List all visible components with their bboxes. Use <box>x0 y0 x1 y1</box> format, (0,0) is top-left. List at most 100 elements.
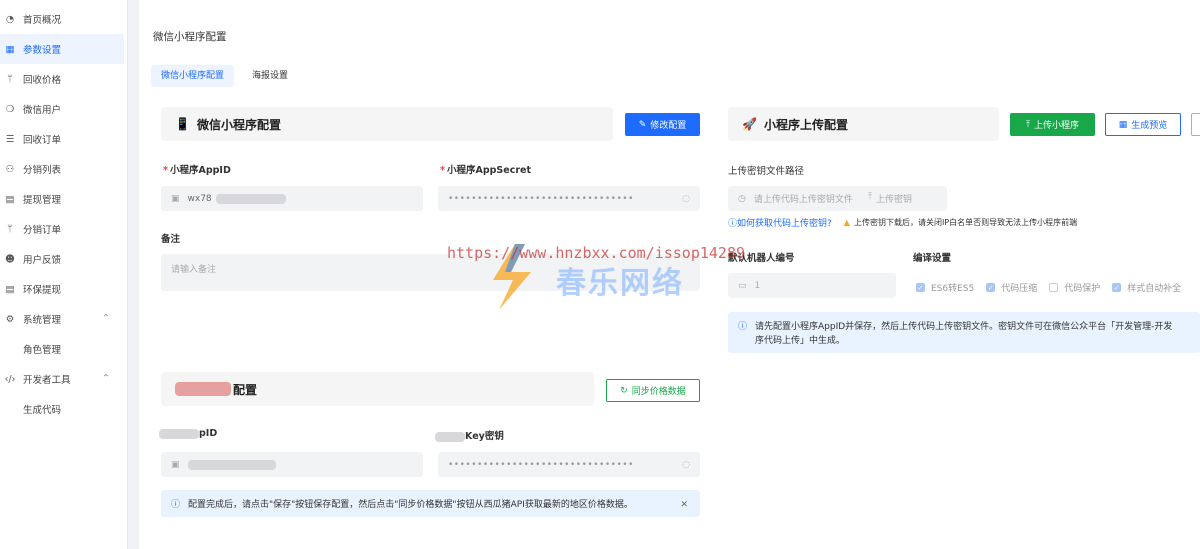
lock-icon: ▭ <box>738 280 747 291</box>
sync-price-button[interactable]: ↻ 同步价格数据 <box>606 379 700 402</box>
sidebar-item-1[interactable]: ▦ 参数设置 <box>0 34 124 64</box>
id-card-icon: ▣ <box>171 193 180 204</box>
redacted-blur <box>215 193 286 204</box>
compile-option-label: 代码压缩 <box>1001 284 1038 294</box>
upload-key-button[interactable]: ⤒ 上传密钥 <box>868 192 912 205</box>
redacted-blur <box>435 431 465 442</box>
sidebar-item-label: 提现管理 <box>23 195 62 206</box>
appid-label: * 小程序AppID <box>163 165 231 176</box>
chevron-up-icon[interactable]: ⌃ <box>102 373 110 384</box>
page-title: 微信小程序配置 <box>153 31 227 43</box>
sidebar-item-2[interactable]: ᛘ 回收价格 <box>0 64 124 94</box>
compile-option-label: 代码保护 <box>1064 284 1101 294</box>
appid-field[interactable]: ▣ wx78 <box>161 186 423 211</box>
robot-number-field[interactable]: ▭ 1 <box>728 273 896 298</box>
id-card-icon: ▣ <box>171 459 180 470</box>
sidebar-item-label: 用户反馈 <box>23 255 62 266</box>
sidebar-item-12[interactable]: ‹/› 开发者工具 ⌃ <box>0 364 124 394</box>
chevron-up-icon[interactable]: ⌃ <box>102 313 110 324</box>
redacted-blur <box>187 459 276 470</box>
remark-label: 备注 <box>161 234 181 245</box>
checkbox-checked-icon: ✓ <box>986 283 996 292</box>
sidebar-item-5[interactable]: ⚇ 分销列表 <box>0 154 124 184</box>
appsecret-label: * 小程序AppSecret <box>440 165 532 176</box>
edit-config-button[interactable]: ✎ 修改配置 <box>625 113 700 136</box>
grid-icon: ▦ <box>5 43 15 55</box>
upload-info-text: 请先配置小程序AppID并保存，然后上传代码上传密钥文件。密钥文件可在微信公众平… <box>755 322 1173 346</box>
sidebar-item-label: 首页概况 <box>23 15 62 26</box>
upload-config-title: 小程序上传配置 <box>763 117 848 132</box>
edit-icon: ✎ <box>638 119 647 130</box>
generate-preview-button[interactable]: ▦ 生成预览 <box>1105 113 1181 136</box>
tab-poster-settings[interactable]: 海报设置 <box>242 65 298 87</box>
sidebar-item-7[interactable]: ᛘ 分销订单 <box>0 214 124 244</box>
key-path-placeholder: 请上传代码上传密钥文件 <box>753 195 853 205</box>
doc-icon: ▤ <box>5 283 15 295</box>
tab-wechat-config[interactable]: 微信小程序配置 <box>151 65 235 87</box>
watermark-brand: 春乐网络 <box>556 266 684 301</box>
clock-icon: ◷ <box>738 193 746 204</box>
upload-miniprogram-button[interactable]: ⤒ 上传小程序 <box>1010 113 1095 136</box>
upload-config-header: 🚀 小程序上传配置 <box>728 107 999 141</box>
price-config-title: 配置 <box>233 382 258 397</box>
price-notice-text: 配置完成后，请点击"保存"按钮保存配置，然后点击"同步价格数据"按钮从西瓜猪AP… <box>188 500 633 510</box>
compile-option-2[interactable]: 代码保护 <box>1049 281 1100 294</box>
generate-preview-label: 生成预览 <box>1131 121 1168 131</box>
sidebar-item-label: 参数设置 <box>23 45 62 56</box>
checkbox-checked-icon: ✓ <box>916 283 925 292</box>
warning-icon: ▲ <box>843 218 850 227</box>
sidebar-item-11[interactable]: 角色管理 <box>0 334 124 364</box>
wechat-config-header: 📱 微信小程序配置 <box>161 107 613 141</box>
gear-icon: ⚙ <box>5 313 15 325</box>
sidebar-item-6[interactable]: ▤ 提现管理 <box>0 184 124 214</box>
key-path-field[interactable]: ◷ 请上传代码上传密钥文件 ⤒ 上传密钥 <box>728 186 947 211</box>
compile-options: ✓ ES6转ES5 ✓ 代码压缩 代码保护 ✓ 样式自动补全 <box>916 281 1193 294</box>
compile-settings-label: 编译设置 <box>913 253 952 264</box>
upload-icon: ⤒ <box>1026 119 1030 130</box>
eye-hidden-icon[interactable]: ◌ <box>682 460 690 470</box>
edit-config-label: 修改配置 <box>650 121 687 131</box>
how-to-get-key-link[interactable]: ⓘ如何获取代码上传密钥? <box>728 216 832 229</box>
key-hint-line: ⓘ如何获取代码上传密钥? ▲ 上传密钥下载后，请关闭IP白名单否则导致无法上传小… <box>728 216 1077 229</box>
phone-icon: 📱 <box>175 117 190 131</box>
upload-miniprogram-label: 上传小程序 <box>1033 121 1079 131</box>
sidebar-item-9[interactable]: ▤ 环保提现 <box>0 274 124 304</box>
checkbox-icon <box>1049 283 1059 292</box>
eye-hidden-icon[interactable]: ◌ <box>682 194 690 204</box>
sidebar-item-label: 回收价格 <box>23 75 62 86</box>
price-notice-alert: ⓘ 配置完成后，请点击"保存"按钮保存配置，然后点击"同步价格数据"按钮从西瓜猪… <box>161 490 700 517</box>
upload-icon: ⤒ <box>868 192 872 202</box>
wallet-icon: ▤ <box>5 193 15 205</box>
wechat-icon: ❍ <box>5 103 15 115</box>
compile-option-3[interactable]: ✓ 样式自动补全 <box>1112 281 1181 294</box>
sync-price-label: 同步价格数据 <box>631 387 686 397</box>
sidebar-item-label: 开发者工具 <box>23 375 71 386</box>
appsecret-value: •••••••••••••••••••••••••••••••• <box>448 193 634 204</box>
compile-option-label: ES6转ES5 <box>931 284 975 294</box>
sidebar-item-label: 分销订单 <box>23 225 62 236</box>
sidebar-item-3[interactable]: ❍ 微信用户 <box>0 94 124 124</box>
price-key-label: Key密钥 <box>435 428 504 442</box>
redacted-blur <box>159 428 199 439</box>
close-icon[interactable]: ✕ <box>680 498 688 512</box>
appid-value: wx78 <box>187 193 212 204</box>
sidebar-item-4[interactable]: ☰ 回收订单 <box>0 124 124 154</box>
sidebar-item-8[interactable]: ☻ 用户反馈 <box>0 244 124 274</box>
code-icon: ‹/› <box>4 373 16 385</box>
branch-icon: ᛘ <box>7 73 13 85</box>
price-key-field[interactable]: •••••••••••••••••••••••••••••••• ◌ <box>438 452 700 477</box>
compile-option-1[interactable]: ✓ 代码压缩 <box>986 281 1037 294</box>
dashboard-icon: ◔ <box>5 13 15 25</box>
sidebar-item-13[interactable]: 生成代码 <box>0 394 124 424</box>
price-id-field[interactable]: ▣ <box>161 452 423 477</box>
sidebar-item-10[interactable]: ⚙ 系统管理 ⌃ <box>0 304 124 334</box>
qrcode-icon: ▦ <box>1118 119 1128 130</box>
more-button[interactable] <box>1191 113 1200 136</box>
sidebar-item-label: 分销列表 <box>23 165 62 176</box>
appsecret-field[interactable]: •••••••••••••••••••••••••••••••• ◌ <box>438 186 700 211</box>
compile-option-0[interactable]: ✓ ES6转ES5 <box>916 281 974 294</box>
upload-info-alert: ⓘ 请先配置小程序AppID并保存，然后上传代码上传密钥文件。密钥文件可在微信公… <box>728 312 1200 353</box>
price-id-label: pID <box>159 428 217 439</box>
tab-bar: 微信小程序配置 海报设置 <box>151 65 306 87</box>
sidebar-item-0[interactable]: ◔ 首页概况 <box>0 4 124 34</box>
